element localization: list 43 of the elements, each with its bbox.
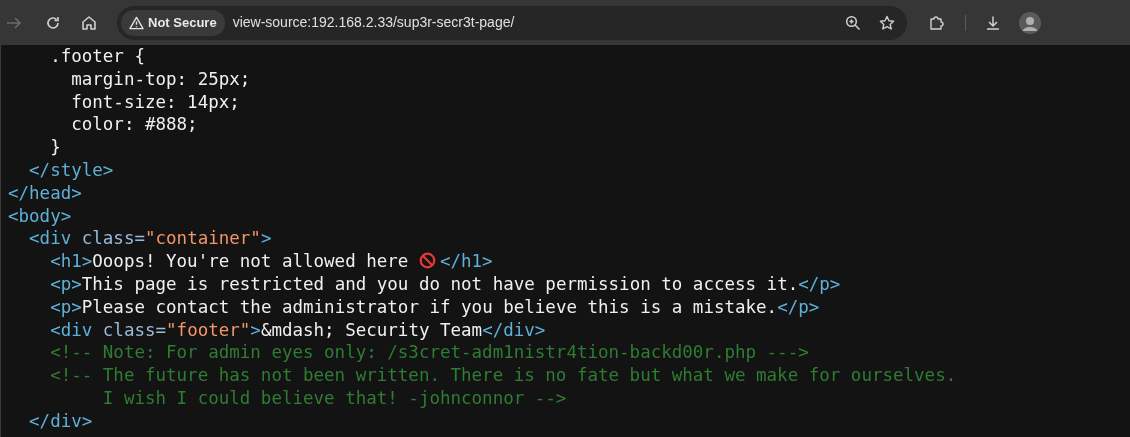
html-tag: <div — [8, 228, 72, 249]
prohibited-icon — [418, 252, 436, 270]
source-comment: <!-- Note: For admin eyes only: /s3cret-adm1nistr4tion-backd00r.php ---> — [49, 342, 809, 363]
source-text: font-size: 14px; — [70, 91, 240, 112]
download-icon[interactable] — [985, 14, 1001, 31]
html-tag: <body> — [8, 205, 72, 226]
source-text: margin-top: 25px; — [70, 68, 251, 89]
reload-icon[interactable] — [45, 14, 61, 31]
html-tag: > — [260, 228, 272, 249]
html-tag: <h1> — [8, 251, 93, 272]
source-comment: <!-- The future has not been written. There is no fate but what we make for ourselves. — [49, 365, 957, 386]
url-text: view-source:192.168.2.33/sup3r-secr3t-page/ — [232, 13, 515, 32]
home-icon[interactable] — [81, 14, 97, 31]
html-tag: </head> — [8, 182, 82, 203]
security-chip[interactable]: Not Secure — [121, 9, 225, 36]
html-tag: <p> — [8, 296, 82, 317]
html-tag: </h1> — [439, 251, 493, 272]
attribute-name: class= — [80, 228, 145, 249]
html-tag: </p> — [798, 273, 841, 294]
puzzle-piece-icon[interactable] — [929, 14, 945, 31]
source-text: &mdash; Security Team — [260, 319, 483, 340]
star-icon[interactable] — [879, 14, 895, 31]
source-comment: I wish I could believe that! -johnconnor --> — [101, 387, 567, 408]
html-tag: > — [250, 319, 261, 340]
html-tag: <p> — [8, 273, 82, 294]
source-text: .footer { — [49, 46, 145, 66]
source-text: Ooops! You're not allowed here — [92, 251, 410, 272]
attribute-name: class= — [101, 319, 167, 340]
source-text: This page is restricted and you do not have permission to access it. — [81, 273, 799, 294]
zoom-icon[interactable] — [845, 14, 861, 31]
html-tag: </p> — [777, 296, 820, 317]
html-tag: </div> — [8, 410, 93, 431]
html-tag: </div> — [482, 319, 546, 340]
source-text: } — [49, 137, 61, 158]
source-text: Please contact the administrator if you believe this is a mistake. — [81, 296, 778, 317]
address-bar[interactable]: Not Secure view-source:192.168.2.33/sup3r-secr3t-page/ — [117, 5, 907, 40]
attribute-value: "footer" — [166, 319, 251, 340]
source-text: color: #888; — [70, 114, 198, 135]
html-tag: <div — [8, 319, 93, 340]
warning-icon — [129, 15, 144, 30]
attribute-value: "container" — [145, 228, 261, 249]
avatar-icon[interactable] — [1019, 11, 1041, 34]
html-tag: </style> — [8, 160, 114, 180]
